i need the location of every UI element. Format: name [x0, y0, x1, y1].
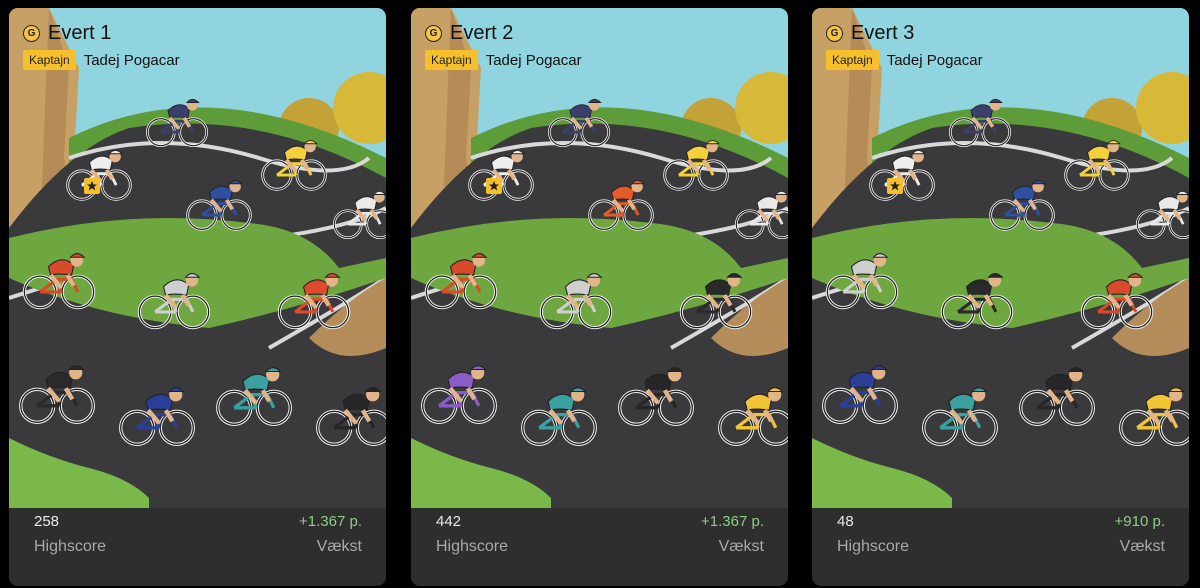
team-name: Evert 1: [48, 22, 112, 44]
growth-value: +1.367 p.: [701, 513, 764, 530]
card-stats: 48 +910 p. Highscore Vækst: [837, 513, 1165, 556]
star-icon: [84, 178, 100, 194]
captain-badge: Kaptajn: [826, 50, 879, 70]
highscore-label: Highscore: [34, 538, 107, 555]
growth-label: Vækst: [1119, 538, 1165, 555]
card-stats: 442 +1.367 p. Highscore Vækst: [436, 513, 764, 556]
card-stats: 258 +1.367 p. Highscore Vækst: [34, 513, 362, 556]
coin-icon: G: [23, 25, 40, 42]
growth-label: Vækst: [316, 538, 362, 555]
growth-label: Vækst: [718, 538, 764, 555]
team-card[interactable]: G Evert 1 Kaptajn Tadej Pogacar 258 +1.3…: [9, 8, 386, 586]
team-illustration: [9, 8, 386, 508]
card-header: G Evert 3 Kaptajn Tadej Pogacar: [826, 22, 983, 70]
captain-name: Tadej Pogacar: [886, 51, 983, 69]
team-name: Evert 3: [851, 22, 915, 44]
captain-badge: Kaptajn: [425, 50, 478, 70]
captain-name: Tadej Pogacar: [83, 51, 180, 69]
card-header: G Evert 1 Kaptajn Tadej Pogacar: [23, 22, 180, 70]
highscore-value: 258: [34, 513, 60, 530]
star-icon: [486, 178, 502, 194]
highscore-value: 48: [837, 513, 854, 530]
captain-name: Tadej Pogacar: [485, 51, 582, 69]
team-illustration: [812, 8, 1189, 508]
highscore-label: Highscore: [837, 538, 910, 555]
captain-badge: Kaptajn: [23, 50, 76, 70]
highscore-value: 442: [436, 513, 462, 530]
growth-value: +1.367 p.: [299, 513, 362, 530]
growth-value: +910 p.: [1114, 513, 1165, 530]
team-illustration: [411, 8, 788, 508]
coin-icon: G: [826, 25, 843, 42]
star-icon: [887, 178, 903, 194]
team-card[interactable]: G Evert 3 Kaptajn Tadej Pogacar 48 +910 …: [812, 8, 1189, 586]
coin-icon: G: [425, 25, 442, 42]
highscore-label: Highscore: [436, 538, 509, 555]
team-card[interactable]: G Evert 2 Kaptajn Tadej Pogacar 442 +1.3…: [411, 8, 788, 586]
card-header: G Evert 2 Kaptajn Tadej Pogacar: [425, 22, 582, 70]
team-name: Evert 2: [450, 22, 514, 44]
